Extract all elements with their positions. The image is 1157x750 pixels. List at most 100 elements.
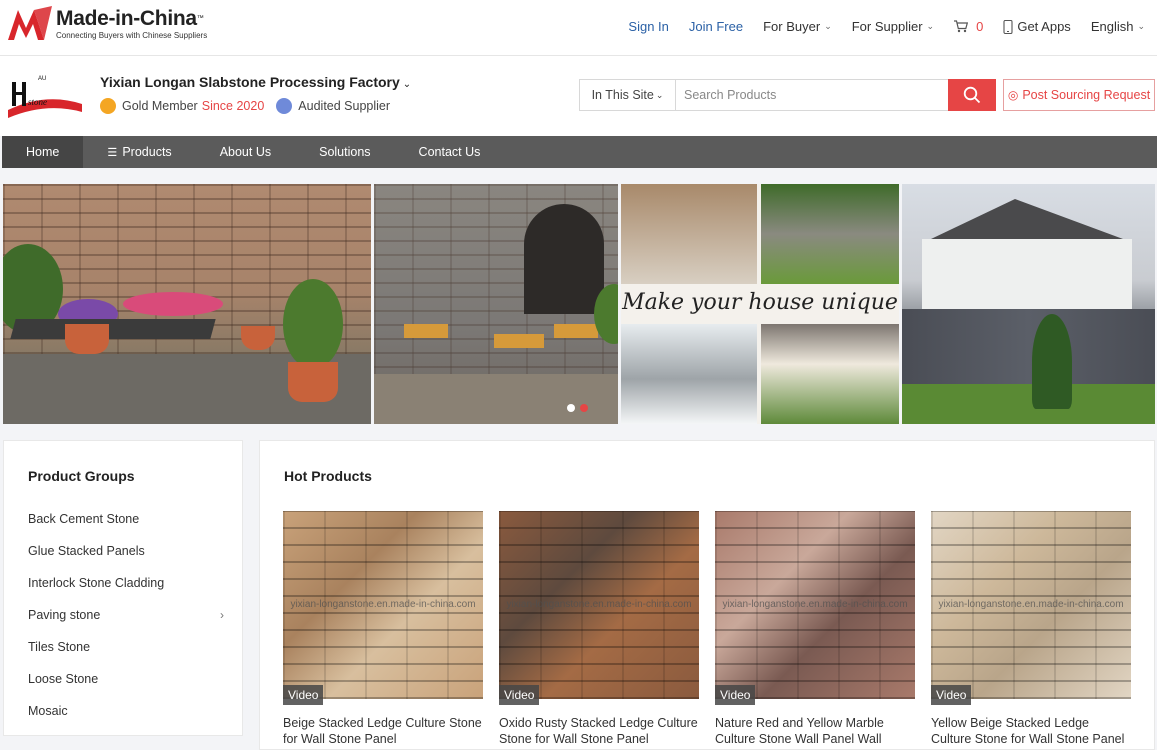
search-scope-select[interactable]: In This Site ⌄	[580, 80, 676, 110]
video-badge[interactable]: Video	[283, 685, 324, 705]
product-card[interactable]: yixian-longanstone.en.made-in-china.com …	[283, 505, 483, 747]
get-apps-label: Get Apps	[1017, 19, 1071, 34]
target-icon: ◎	[1007, 88, 1019, 102]
banner-image-courtyard	[374, 184, 618, 424]
group-item[interactable]: Back Cement Stone	[28, 503, 228, 535]
group-item-label: Tiles Stone	[28, 640, 91, 654]
flower-decor	[123, 292, 223, 316]
for-supplier-label: For Supplier	[851, 19, 923, 34]
product-image[interactable]: yixian-longanstone.en.made-in-china.com …	[499, 505, 699, 705]
villa-roof	[931, 199, 1123, 239]
chevron-down-icon: ⌄	[824, 21, 832, 31]
paving-floor	[374, 374, 618, 424]
language-select[interactable]: English ⌄	[1091, 19, 1145, 34]
svg-text:stone: stone	[28, 97, 47, 107]
nav-contact-us[interactable]: Contact Us	[395, 136, 505, 168]
plant-decor	[283, 279, 343, 369]
supplier-badges: Gold Member Since 2020 Audited Supplier	[100, 98, 390, 114]
product-image[interactable]: yixian-longanstone.en.made-in-china.com …	[283, 505, 483, 705]
audited-supplier-icon	[276, 98, 293, 114]
hot-products-panel: Hot Products yixian-longanstone.en.made-…	[259, 440, 1155, 750]
group-item[interactable]: Paving stone ›	[28, 599, 228, 631]
product-groups-list: Back Cement Stone Glue Stacked Panels In…	[28, 503, 228, 727]
watermark: yixian-longanstone.en.made-in-china.com	[722, 599, 908, 610]
top-nav: Sign In Join Free For Buyer ⌄ For Supplie…	[608, 19, 1145, 34]
shop-header: stone AU Yixian Longan Slabstone Process…	[0, 56, 1157, 136]
for-supplier-menu[interactable]: For Supplier ⌄	[852, 19, 934, 34]
video-badge[interactable]: Video	[715, 685, 756, 705]
svg-text:AU: AU	[38, 76, 46, 82]
shop-logo[interactable]: stone AU	[6, 72, 84, 120]
site-header: Made-in-China™ Connecting Buyers with Ch…	[0, 0, 1157, 56]
product-title[interactable]: Yellow Beige Stacked Ledge Culture Stone…	[931, 715, 1131, 747]
brand-trademark: ™	[196, 14, 204, 22]
product-image[interactable]: yixian-longanstone.en.made-in-china.com …	[715, 505, 915, 705]
chevron-right-icon[interactable]: ›	[220, 608, 224, 622]
phone-icon	[1003, 19, 1013, 34]
group-item[interactable]: Mosaic	[28, 695, 228, 727]
group-item-label: Back Cement Stone	[28, 512, 140, 526]
product-image[interactable]: yixian-longanstone.en.made-in-china.com …	[931, 505, 1131, 705]
watermark: yixian-longanstone.en.made-in-china.com	[938, 599, 1124, 610]
gold-member-icon	[100, 98, 116, 114]
made-in-china-logo[interactable]: Made-in-China™ Connecting Buyers with Ch…	[8, 6, 207, 40]
join-free-link[interactable]: Join Free	[689, 19, 743, 34]
carousel-dot-1[interactable]	[567, 404, 575, 412]
shop-name-text: Yixian Longan Slabstone Processing Facto…	[100, 74, 400, 90]
collage-living-room	[621, 184, 757, 284]
cart-count: 0	[976, 19, 984, 34]
shop-name[interactable]: Yixian Longan Slabstone Processing Facto…	[100, 74, 411, 90]
get-apps-link[interactable]: Get Apps	[1003, 19, 1071, 34]
group-item[interactable]: Glue Stacked Panels	[28, 535, 228, 567]
search-bar: In This Site ⌄	[579, 79, 996, 111]
search-input[interactable]	[676, 80, 948, 110]
hot-products-title: Hot Products	[284, 468, 372, 484]
nav-home[interactable]: Home	[2, 136, 84, 168]
banner-image-villa	[902, 184, 1155, 424]
product-card[interactable]: yixian-longanstone.en.made-in-china.com …	[931, 505, 1131, 747]
sign-in-link[interactable]: Sign In	[628, 19, 668, 34]
gold-member-label: Gold Member	[122, 99, 198, 113]
product-title[interactable]: Oxido Rusty Stacked Ledge Culture Stone …	[499, 715, 699, 747]
flower-pot	[288, 362, 338, 402]
nav-about-us[interactable]: About Us	[196, 136, 295, 168]
group-item-label: Mosaic	[28, 704, 68, 718]
group-item[interactable]: Loose Stone	[28, 663, 228, 695]
group-item[interactable]: Tiles Stone	[28, 631, 228, 663]
product-card[interactable]: yixian-longanstone.en.made-in-china.com …	[499, 505, 699, 747]
audited-supplier-label[interactable]: Audited Supplier	[298, 99, 390, 113]
flower-pot	[241, 326, 275, 350]
product-grid: yixian-longanstone.en.made-in-china.com …	[283, 505, 1147, 747]
product-title[interactable]: Beige Stacked Ledge Culture Stone for Wa…	[283, 715, 483, 747]
search-scope-label: In This Site	[591, 88, 654, 102]
pine-tree	[1032, 314, 1072, 409]
product-title[interactable]: Nature Red and Yellow Marble Culture Sto…	[715, 715, 915, 747]
chevron-down-icon: ⌄	[655, 89, 664, 100]
group-item-label: Glue Stacked Panels	[28, 544, 145, 558]
search-icon	[963, 86, 981, 104]
list-icon: ☰	[107, 146, 118, 159]
nav-products[interactable]: ☰ Products	[83, 136, 195, 168]
post-sourcing-request-label: Post Sourcing Request	[1022, 88, 1151, 102]
cart-link[interactable]: 0	[954, 19, 983, 34]
lawn	[902, 384, 1155, 424]
group-item[interactable]: Interlock Stone Cladding	[28, 567, 228, 599]
banner-image-patio	[3, 184, 371, 424]
video-badge[interactable]: Video	[499, 685, 540, 705]
collage-cottage	[761, 324, 899, 424]
arched-doorway	[524, 204, 604, 314]
nav-solutions[interactable]: Solutions	[295, 136, 394, 168]
post-sourcing-request-button[interactable]: ◎ Post Sourcing Request	[1003, 79, 1155, 111]
product-card[interactable]: yixian-longanstone.en.made-in-china.com …	[715, 505, 915, 747]
logo-m-icon	[8, 6, 52, 40]
banner-carousel[interactable]: Make your house unique	[3, 184, 1155, 424]
video-badge[interactable]: Video	[931, 685, 972, 705]
chair-decor	[404, 324, 448, 338]
search-button[interactable]	[948, 79, 996, 111]
collage-snow-wall	[621, 324, 757, 424]
carousel-dot-2[interactable]	[580, 404, 588, 412]
watermark: yixian-longanstone.en.made-in-china.com	[290, 599, 476, 610]
group-item-label: Loose Stone	[28, 672, 99, 686]
flower-pot	[65, 324, 109, 354]
for-buyer-menu[interactable]: For Buyer ⌄	[763, 19, 832, 34]
